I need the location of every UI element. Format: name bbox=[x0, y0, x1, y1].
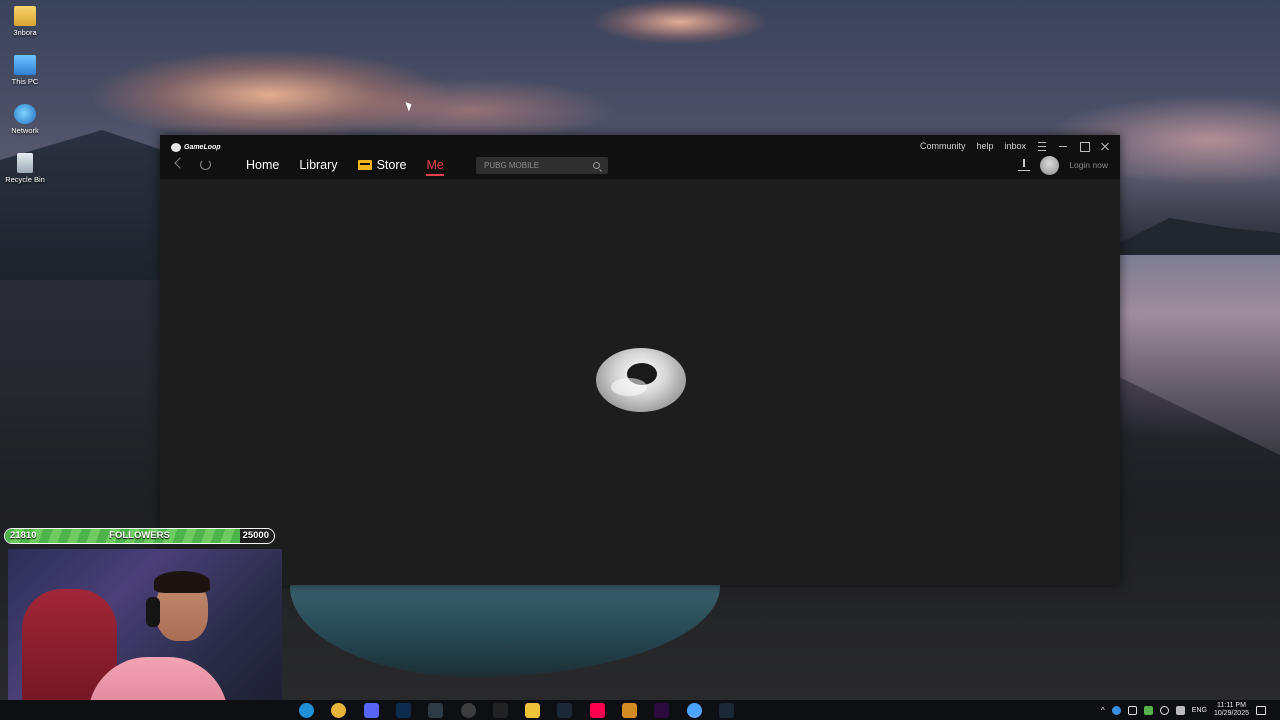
search-input[interactable]: PUBG MOBILE bbox=[476, 157, 608, 174]
taskbar: ^ ENG 11:11 PM 10/29/2025 bbox=[0, 700, 1280, 720]
gameloop-window: GameLoop Community help inbox Home Libra… bbox=[160, 135, 1120, 585]
language-indicator[interactable]: ENG bbox=[1192, 707, 1207, 714]
followers-progress-bar: 21810 FOLLOWERS 25000 bbox=[4, 528, 275, 544]
account-area: Login now bbox=[1018, 155, 1108, 175]
steam-icon[interactable] bbox=[718, 703, 734, 718]
obs-icon[interactable] bbox=[460, 703, 476, 718]
folder-icon bbox=[14, 6, 36, 26]
gameloop-logo: GameLoop bbox=[171, 141, 221, 153]
tab-label: Home bbox=[246, 158, 280, 172]
wallpaper-lake bbox=[1115, 255, 1280, 455]
store-icon bbox=[357, 160, 372, 170]
computer-icon bbox=[14, 55, 36, 75]
followers-label: FOLLOWERS bbox=[109, 530, 170, 541]
tiktok-icon[interactable] bbox=[589, 703, 605, 718]
wallpaper-boat bbox=[290, 582, 720, 677]
webcam-person-hair bbox=[154, 571, 210, 593]
notification-icon[interactable] bbox=[1256, 705, 1266, 715]
tab-library[interactable]: Library bbox=[299, 158, 337, 172]
desktop-icon-3nbora[interactable]: 3nbora bbox=[2, 6, 48, 37]
gameloop-loading-icon bbox=[596, 348, 686, 412]
tab-me[interactable]: Me bbox=[426, 158, 445, 176]
gameloop-logo-text: GameLoop bbox=[184, 143, 221, 151]
desktop-icon-label: Recycle Bin bbox=[5, 175, 45, 184]
premiere-icon[interactable] bbox=[654, 703, 670, 718]
desktop-icon-network[interactable]: Network bbox=[2, 104, 48, 135]
gpu-tray-icon[interactable] bbox=[1143, 705, 1153, 715]
menu-icon[interactable] bbox=[1037, 141, 1047, 151]
system-tray: ^ ENG 11:11 PM 10/29/2025 bbox=[1101, 700, 1280, 720]
volume-icon[interactable] bbox=[1159, 705, 1169, 715]
login-button[interactable]: Login now bbox=[1069, 160, 1108, 170]
photoshop-icon[interactable] bbox=[395, 703, 411, 718]
inbox-link[interactable]: inbox bbox=[1004, 141, 1026, 151]
headset-icon bbox=[146, 597, 160, 627]
tab-label: Store bbox=[376, 158, 407, 172]
chevron-up-icon[interactable]: ^ bbox=[1101, 706, 1105, 715]
gameloop-logo-icon bbox=[171, 142, 181, 152]
desktop-icon-this-pc[interactable]: This PC bbox=[2, 55, 48, 86]
clock[interactable]: 11:11 PM 10/29/2025 bbox=[1214, 702, 1249, 718]
chrome-icon[interactable] bbox=[331, 703, 347, 718]
help-link[interactable]: help bbox=[976, 141, 993, 151]
followers-goal: 25000 bbox=[242, 530, 269, 541]
network-tray-icon[interactable] bbox=[1127, 705, 1137, 715]
desktop-icon-label: This PC bbox=[11, 77, 39, 86]
tab-label: Me bbox=[426, 158, 444, 172]
steam-icon[interactable] bbox=[557, 703, 573, 718]
wifi-icon[interactable] bbox=[1175, 705, 1185, 715]
avatar[interactable] bbox=[1040, 155, 1060, 175]
capcut-icon[interactable] bbox=[428, 703, 444, 718]
recycle-bin-icon bbox=[17, 153, 33, 173]
desktop-icon-label: Network bbox=[11, 126, 39, 135]
4k-downloader-icon[interactable] bbox=[492, 703, 508, 718]
tab-label: Library bbox=[299, 158, 338, 172]
minimize-icon[interactable] bbox=[1058, 141, 1068, 151]
gameloop-icon[interactable] bbox=[686, 703, 702, 718]
webcam-overlay bbox=[8, 549, 282, 717]
clock-time: 11:11 PM bbox=[1217, 702, 1246, 709]
search-icon[interactable] bbox=[593, 162, 600, 169]
clock-date: 10/29/2025 bbox=[1213, 710, 1249, 717]
search-placeholder: PUBG MOBILE bbox=[484, 161, 540, 170]
game-icon[interactable] bbox=[622, 703, 637, 718]
main-tabs: Home Library Store Me bbox=[246, 156, 445, 176]
back-arrow-icon[interactable] bbox=[174, 157, 186, 169]
tab-home[interactable]: Home bbox=[246, 158, 279, 172]
network-icon bbox=[14, 104, 36, 124]
close-icon[interactable] bbox=[1100, 141, 1110, 151]
tab-store[interactable]: Store bbox=[357, 158, 407, 172]
discord-icon[interactable] bbox=[363, 703, 379, 718]
edge-icon[interactable] bbox=[299, 703, 314, 718]
notes-icon[interactable] bbox=[525, 703, 541, 718]
maximize-icon[interactable] bbox=[1079, 141, 1090, 152]
community-link[interactable]: Community bbox=[920, 141, 966, 151]
gameloop-header: GameLoop Community help inbox Home Libra… bbox=[160, 135, 1120, 179]
tray-app-icon[interactable] bbox=[1111, 705, 1121, 715]
desktop-icon-recycle-bin[interactable]: Recycle Bin bbox=[2, 153, 48, 184]
download-icon[interactable] bbox=[1018, 159, 1031, 171]
window-top-bar: Community help inbox bbox=[920, 140, 1110, 152]
desktop-icon-label: 3nbora bbox=[13, 28, 37, 37]
refresh-icon[interactable] bbox=[200, 159, 211, 170]
